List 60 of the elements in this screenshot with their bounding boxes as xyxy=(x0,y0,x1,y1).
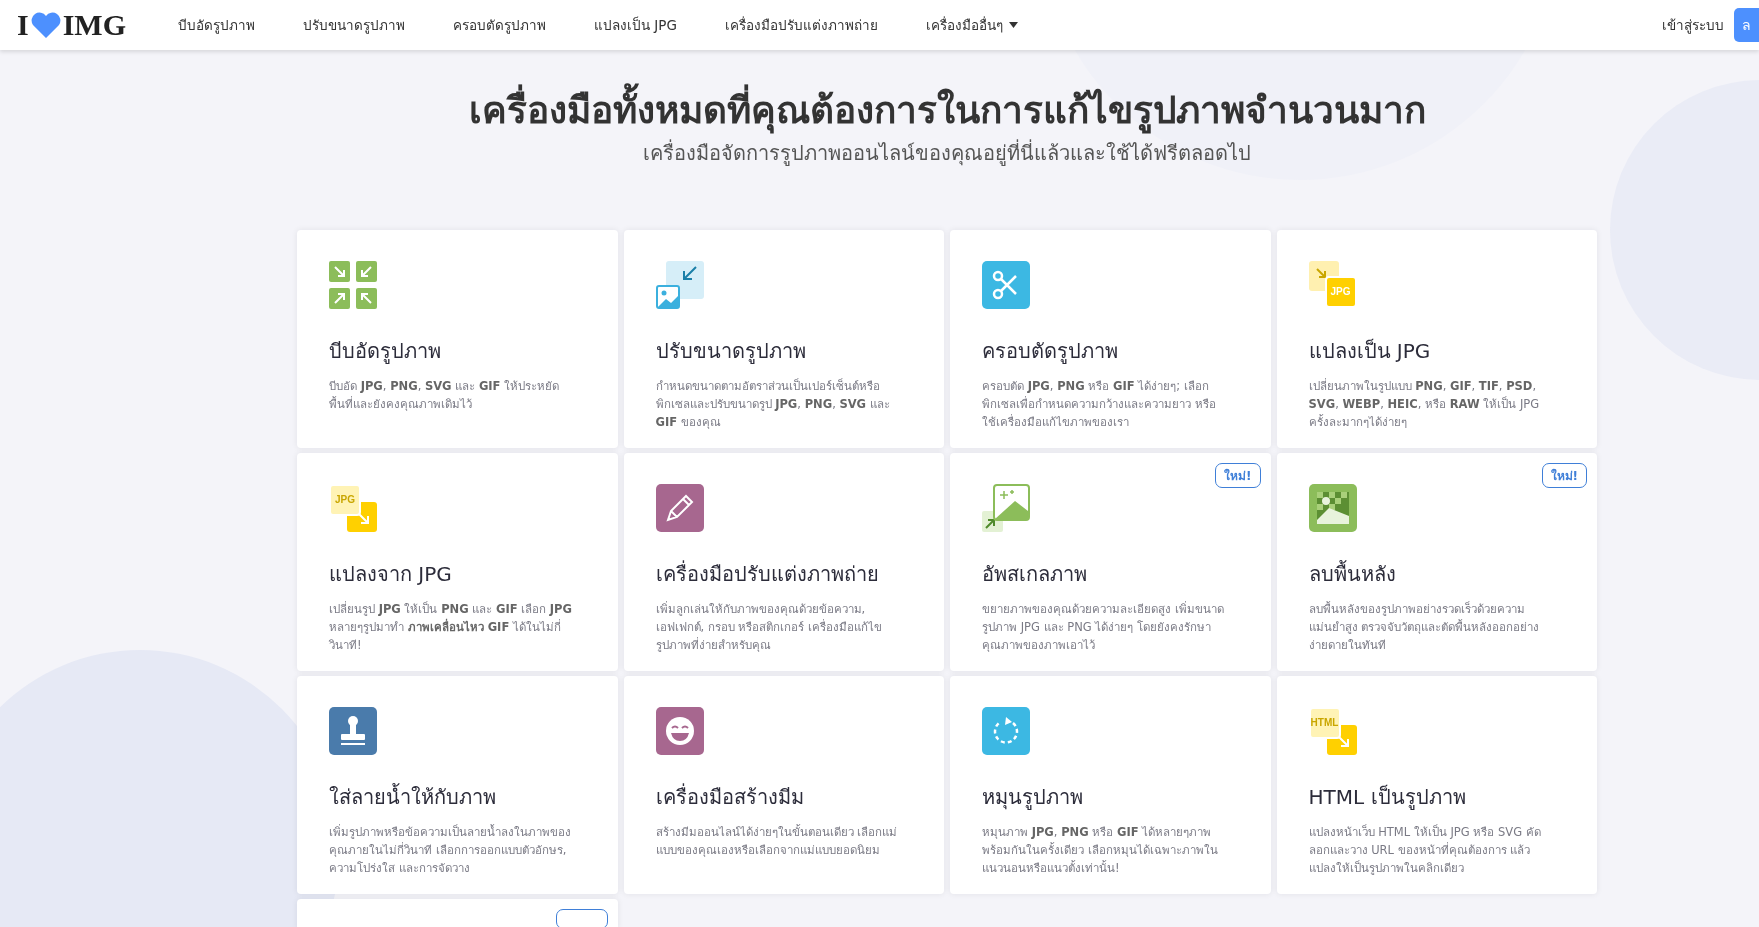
tool-card[interactable]: ครอบตัดรูปภาพ ครอบตัด JPG, PNG หรือ GIF ได้ง่ายๆ; เลือกพิกเซลเพื่อกำหนดความกว้างและความยาว หรือใช้เครื่องมือแก้ไขภาพของเรา xyxy=(950,229,1271,448)
caret-icon xyxy=(1008,22,1018,28)
new-badge: ใหม่! xyxy=(1541,462,1587,488)
tool-title: บีบอัดรูปภาพ xyxy=(329,337,442,366)
tool-card[interactable]: HTML HTML เป็นรูปภาพ แปลงหน้าเว็บ HTML ให้เป็น JPG หรือ SVG คัดลอกและวาง URL ของหน้าที่คุณต้องการ แล้วแปลงให้เป็นรูปภาพในคลิกเดียว xyxy=(1276,675,1597,894)
login-link[interactable]: เข้าสู่ระบบ xyxy=(1662,14,1724,36)
nav-link[interactable]: เครื่องมือปรับแต่งภาพถ่าย xyxy=(700,14,902,36)
compress-arrows-icon xyxy=(329,260,377,309)
tool-title: ครอบตัดรูปภาพ xyxy=(982,337,1119,366)
tool-description: เปลี่ยนรูป JPG ให้เป็น PNG และ GIF เลือก JPG หลายๆรูปมาทำ ภาพเคลื่อนไหว GIF ได้ในไม่กี่วินาที! xyxy=(329,600,573,654)
tool-description: บีบอัด JPG, PNG, SVG และ GIF ให้ประหยัดพื้นที่และยังคงคุณภาพเดิมไว้ xyxy=(329,377,561,413)
nav-link[interactable]: ปรับขนาดรูปภาพ xyxy=(279,14,429,36)
nav-link[interactable]: แปลงเป็น JPG xyxy=(570,14,701,36)
new-badge: ใหม่! xyxy=(1215,462,1261,488)
tool-title: HTML เป็นรูปภาพ xyxy=(1308,783,1467,812)
page-title: เครื่องมือทั้งหมดที่คุณต้องการในการแก้ไขรูปภาพจำนวนมาก xyxy=(297,85,1597,137)
tool-card[interactable]: ใหม่! อัพสเกลภาพ ขยายภาพของคุณด้วยความละเอียดสูง เพิ่มขนาดรูปภาพ JPG และ PNG ได้ง่ายๆ โดยยังคงรักษาคุณภาพของภาพเอาไว้ xyxy=(950,452,1271,671)
tool-description: ลบพื้นหลังของรูปภาพอย่างรวดเร็วด้วยความแม่นยำสูง ตรวจจับวัตถุและตัดพื้นหลังออกอย่างง่ายดายในทันที xyxy=(1308,600,1541,654)
tool-description: เพิ่มรูปภาพหรือข้อความเป็นลายน้ำลงในภาพของคุณภายในไม่กี่วินาที เลือกการออกแบบตัวอักษร, ความโปร่งใส และการจัดวาง xyxy=(329,823,572,877)
rotate-icon xyxy=(982,706,1030,755)
tool-card[interactable]: เครื่องมือสร้างมีม สร้างมีมออนไลน์ได้ง่ายๆในขั้นตอนเดียว เลือกแม่แบบของคุณเองหรือเลือกจากแม่แบบยอดนิยม xyxy=(623,675,944,894)
scissors-icon xyxy=(982,260,1030,309)
tool-description: หมุนภาพ JPG, PNG หรือ GIF ได้หลายๆภาพพร้อมกันในครั้งเดียว เลือกหมุนได้เฉพาะภาพในแนวนอนหรือแนวตั้งเท่านั้น! xyxy=(982,823,1219,877)
tool-card[interactable]: ใหม่! ลบพื้นหลัง ลบพื้นหลังของรูปภาพอย่างรวดเร็วด้วยความแม่นยำสูง ตรวจจับวัตถุและตัดพื้นหลังออกอย่างง่ายดายในทันที xyxy=(1276,452,1597,671)
tool-card[interactable]: บีบอัดรูปภาพ บีบอัด JPG, PNG, SVG และ GIF ให้ประหยัดพื้นที่และยังคงคุณภาพเดิมไว้ xyxy=(297,229,618,448)
tool-title: แปลงจาก JPG xyxy=(329,560,453,588)
tool-description: กำหนดขนาดตามอัตราส่วนเป็นเปอร์เซ็นต์หรือพิกเซลและปรับขนาดรูป JPG, PNG, SVG และ GIF ของคุณ xyxy=(655,377,891,431)
tool-description: แปลงหน้าเว็บ HTML ให้เป็น JPG หรือ SVG คัดลอกและวาง URL ของหน้าที่คุณต้องการ แล้วแปลงให้เป็นรูปภาพในคลิกเดียว xyxy=(1308,823,1542,877)
tool-card[interactable] xyxy=(297,898,618,927)
tool-title: เครื่องมือสร้างมีม xyxy=(655,782,805,811)
tool-title: ลบพื้นหลัง xyxy=(1308,559,1397,588)
tool-title: แปลงเป็น JPG xyxy=(1308,337,1432,365)
tool-title: เครื่องมือปรับแต่งภาพถ่าย xyxy=(655,559,880,588)
nav-link[interactable]: เครื่องมืออื่นๆ xyxy=(901,14,1042,36)
tool-description: เพิ่มลูกเล่นให้กับภาพของคุณด้วยข้อความ, เอฟเฟกต์, กรอบ หรือสติกเกอร์ เครื่องมือแก้ไขรูปภาพที่ง่ายสำหรับคุณ xyxy=(655,600,884,654)
tool-description: ครอบตัด JPG, PNG หรือ GIF ได้ง่ายๆ; เลือกพิกเซลเพื่อกำหนดความกว้างและความยาว หรือใช้เครื่องมือแก้ไขภาพของเรา xyxy=(982,377,1217,431)
tool-card[interactable]: JPG แปลงจาก JPG เปลี่ยนรูป JPG ให้เป็น PNG และ GIF เลือก JPG หลายๆรูปมาทำ ภาพเคลื่อนไหว GIF ได้ในไม่กี่วินาที! xyxy=(297,452,618,671)
tool-description: ขยายภาพของคุณด้วยความละเอียดสูง เพิ่มขนาดรูปภาพ JPG และ PNG ได้ง่ายๆ โดยยังคงรักษาคุณภาพของภาพเอาไว้ xyxy=(982,600,1225,654)
tool-title: ใส่ลายน้ำให้กับภาพ xyxy=(329,782,497,811)
tool-title: หมุนรูปภาพ xyxy=(982,783,1084,812)
resize-image-icon xyxy=(655,260,704,309)
remove-background-icon xyxy=(1308,483,1357,532)
tool-card[interactable]: เครื่องมือปรับแต่งภาพถ่าย เพิ่มลูกเล่นให้กับภาพของคุณด้วยข้อความ, เอฟเฟกต์, กรอบ หรือสติกเกอร์ เครื่องมือแก้ไขรูปภาพที่ง่ายสำหรับคุณ xyxy=(623,452,944,671)
tool-card[interactable]: หมุนรูปภาพ หมุนภาพ JPG, PNG หรือ GIF ได้หลายๆภาพพร้อมกันในครั้งเดียว เลือกหมุนได้เฉพาะภาพในแนวนอนหรือแนวตั้งเท่านั้น! xyxy=(950,675,1271,894)
tool-card[interactable]: ปรับขนาดรูปภาพ กำหนดขนาดตามอัตราส่วนเป็นเปอร์เซ็นต์หรือพิกเซลและปรับขนาดรูป JPG, PNG, SVG และ GIF ของคุณ xyxy=(623,229,944,448)
logo-text: IMG xyxy=(62,8,126,42)
laughing-face-icon xyxy=(655,706,704,755)
pencil-icon xyxy=(655,483,704,532)
tool-description: เปลี่ยนภาพในรูปแบบ PNG, GIF, TIF, PSD, SVG, WEBP, HEIC, หรือ RAW ให้เป็น JPG ครั้งละมากๆได้ง่ายๆ xyxy=(1308,377,1541,431)
tool-description: สร้างมีมออนไลน์ได้ง่ายๆในขั้นตอนเดียว เลือกแม่แบบของคุณเองหรือเลือกจากแม่แบบยอดนิยม xyxy=(655,823,899,859)
upscale-image-icon xyxy=(982,483,1030,532)
stamp-icon xyxy=(329,706,377,755)
page-subtitle: เครื่องมือจัดการรูปภาพออนไลน์ของคุณอยู่ที่นี่แล้วและใช้ได้ฟรีตลอดไป xyxy=(642,138,1252,168)
tool-title: อัพสเกลภาพ xyxy=(982,560,1088,588)
nav-link[interactable]: บีบอัดรูปภาพ xyxy=(154,14,279,36)
nav-link[interactable]: ครอบตัดรูปภาพ xyxy=(429,14,570,36)
tool-title: ปรับขนาดรูปภาพ xyxy=(655,337,807,366)
tool-card[interactable]: JPG แปลงเป็น JPG เปลี่ยนภาพในรูปแบบ PNG, GIF, TIF, PSD, SVG, WEBP, HEIC, หรือ RAW ให้เป็น JPG ครั้งละมากๆได้ง่ายๆ xyxy=(1276,229,1597,448)
tool-card[interactable]: ใส่ลายน้ำให้กับภาพ เพิ่มรูปภาพหรือข้อความเป็นลายน้ำลงในภาพของคุณภายในไม่กี่วินาที เลือกการออกแบบตัวอักษร, ความโปร่งใส และการจัดวาง xyxy=(297,675,618,894)
logo-text: I xyxy=(17,8,29,42)
